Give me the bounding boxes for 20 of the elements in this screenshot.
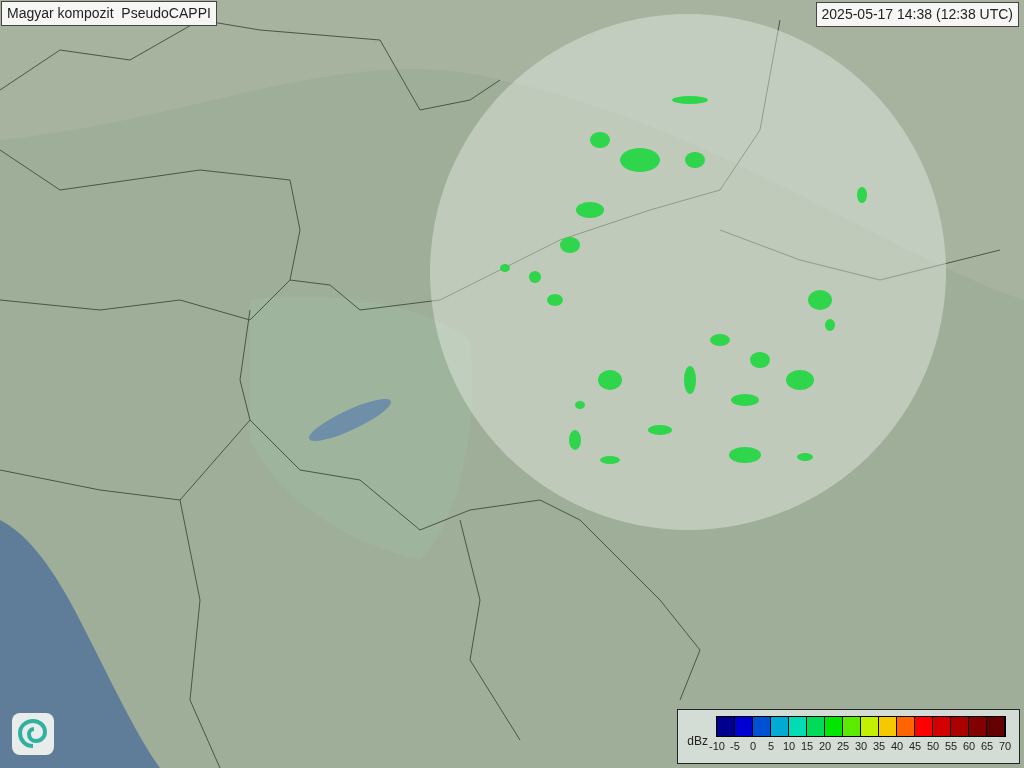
scale-label: 45 (908, 740, 922, 753)
scale-label: -10 (709, 740, 725, 753)
scale-label: 25 (836, 740, 850, 753)
scale-label: 0 (749, 740, 757, 753)
scale-label: 70 (998, 740, 1012, 753)
scale-label: 35 (872, 740, 886, 753)
timestamp: 2025-05-17 14:38 (12:38 UTC) (815, 2, 1019, 27)
scale-label: -5 (730, 740, 740, 753)
scale-label: 50 (926, 740, 940, 753)
scale-label: 30 (854, 740, 868, 753)
scale-label: 5 (767, 740, 775, 753)
map-title: Magyar kompozit PseudoCAPPI (1, 1, 217, 26)
logo-icon (12, 713, 54, 755)
scale-label: 55 (944, 740, 958, 753)
scale-label: 15 (800, 740, 814, 753)
scale-label: 10 (782, 740, 796, 753)
scale-label: 20 (818, 740, 832, 753)
scale-label: 60 (962, 740, 976, 753)
scale-label: 65 (980, 740, 994, 753)
scale-label: 40 (890, 740, 904, 753)
